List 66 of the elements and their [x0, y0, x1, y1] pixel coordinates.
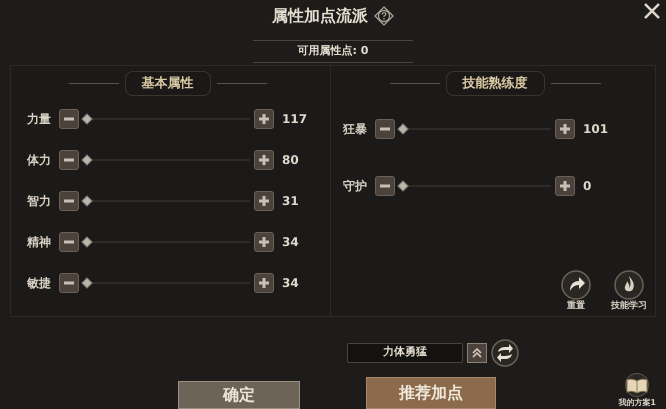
- slider-thumb[interactable]: [397, 122, 409, 134]
- flame-emblem-icon: [614, 270, 644, 300]
- slider-thumb[interactable]: [81, 194, 93, 206]
- attribute-label: 精神: [27, 234, 52, 250]
- confirm-button[interactable]: 确定: [178, 380, 300, 408]
- expand-button[interactable]: [467, 342, 487, 362]
- plus-icon: [559, 122, 571, 134]
- plus-button[interactable]: [254, 190, 274, 210]
- help-icon[interactable]: [374, 6, 394, 26]
- my-plan-button[interactable]: 我的方案1: [618, 372, 656, 408]
- attribute-value: 101: [583, 120, 610, 138]
- plus-icon: [258, 112, 270, 124]
- minus-button[interactable]: [59, 232, 79, 252]
- slider[interactable]: [399, 180, 551, 190]
- attribute-label: 守护: [343, 178, 368, 194]
- plus-icon: [258, 276, 270, 288]
- plus-button[interactable]: [555, 118, 575, 138]
- plus-button[interactable]: [254, 108, 274, 128]
- plus-icon: [258, 154, 270, 166]
- attribute-label: 力量: [27, 110, 52, 128]
- slider[interactable]: [83, 196, 250, 206]
- section-title: 技能熟练度: [446, 70, 544, 96]
- slider[interactable]: [399, 124, 551, 134]
- attribute-value: 0: [583, 178, 592, 194]
- double-chevron-icon: [471, 346, 483, 358]
- recommend-button[interactable]: 推荐加点: [366, 376, 496, 408]
- slider[interactable]: [83, 236, 250, 246]
- attribute-value: 80: [282, 152, 300, 168]
- attribute-value: 34: [282, 234, 300, 250]
- minus-button[interactable]: [59, 272, 79, 292]
- attribute-value: 117: [282, 110, 308, 128]
- slider[interactable]: [83, 278, 250, 288]
- minus-button[interactable]: [375, 176, 395, 196]
- slider-thumb[interactable]: [81, 154, 93, 166]
- slider-thumb[interactable]: [81, 236, 93, 248]
- attribute-value: 31: [282, 192, 300, 210]
- plus-button[interactable]: [555, 176, 575, 196]
- plus-button[interactable]: [254, 272, 274, 292]
- minus-button[interactable]: [59, 190, 79, 210]
- plus-button[interactable]: [254, 232, 274, 252]
- slider-thumb[interactable]: [397, 180, 409, 192]
- preset-field[interactable]: 力体勇猛: [347, 342, 463, 362]
- window-title: 属性加点流派: [272, 5, 368, 27]
- plus-icon: [559, 180, 571, 192]
- slider[interactable]: [83, 154, 250, 164]
- attribute-label: 敏捷: [27, 274, 52, 292]
- slider[interactable]: [83, 114, 250, 124]
- attribute-value: 34: [282, 274, 300, 292]
- swap-arrows-icon[interactable]: [491, 338, 519, 366]
- plus-icon: [258, 236, 270, 248]
- plus-icon: [258, 194, 270, 206]
- minus-button[interactable]: [59, 108, 79, 128]
- minus-button[interactable]: [59, 150, 79, 170]
- available-points: 可用属性点: 0: [253, 40, 413, 62]
- book-icon: [623, 372, 652, 396]
- reset-button[interactable]: 重置: [561, 270, 591, 314]
- section-title: 基本属性: [124, 70, 210, 96]
- attribute-label: 体力: [27, 152, 52, 168]
- minus-button[interactable]: [375, 118, 395, 138]
- skill-learn-button[interactable]: 技能学习: [611, 270, 647, 314]
- slider-thumb[interactable]: [81, 276, 93, 288]
- close-icon: [642, 1, 662, 21]
- attribute-label: 狂暴: [343, 120, 368, 138]
- attribute-label: 智力: [27, 192, 52, 210]
- plus-button[interactable]: [254, 150, 274, 170]
- slider-thumb[interactable]: [81, 112, 93, 124]
